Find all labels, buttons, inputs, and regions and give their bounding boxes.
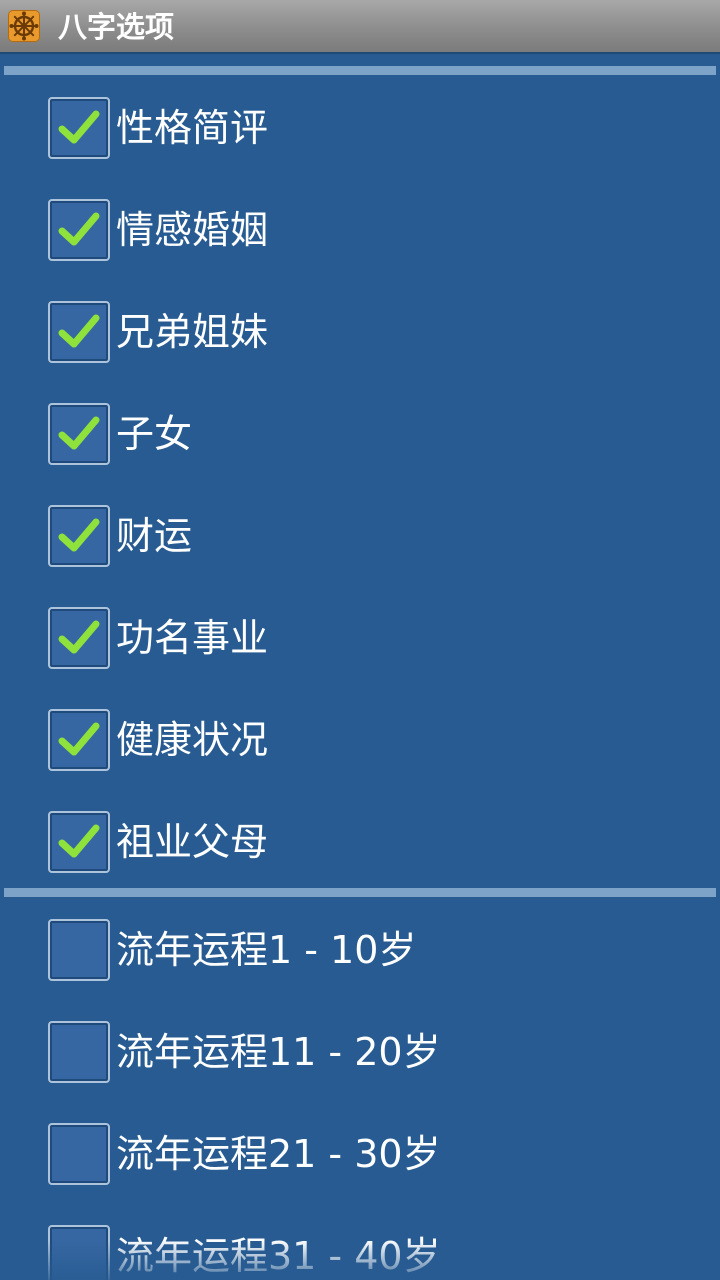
option-row-1[interactable]: 性格简评 — [0, 78, 720, 180]
option-label: 兄弟姐妹 — [116, 310, 269, 354]
option-label: 流年运程31 - 40岁 — [116, 1234, 441, 1278]
checkbox[interactable] — [48, 1123, 110, 1185]
option-row-9[interactable]: 流年运程1 - 10岁 — [0, 900, 720, 1002]
group-divider-top — [4, 66, 716, 75]
checkmark-icon — [58, 824, 100, 858]
checkbox[interactable] — [48, 505, 110, 567]
option-row-8[interactable]: 祖业父母 — [0, 792, 720, 894]
option-label: 财运 — [116, 514, 193, 558]
option-label: 情感婚姻 — [116, 208, 269, 252]
checkbox[interactable] — [48, 1225, 110, 1280]
checkmark-icon — [58, 518, 100, 552]
option-label: 流年运程11 - 20岁 — [116, 1030, 441, 1074]
checkbox[interactable] — [48, 709, 110, 771]
checkbox[interactable] — [48, 301, 110, 363]
option-label: 子女 — [116, 412, 193, 456]
dharma-wheel-icon — [8, 10, 40, 42]
title-bar: 八字选项 — [0, 0, 720, 54]
option-row-11[interactable]: 流年运程21 - 30岁 — [0, 1104, 720, 1206]
checkbox[interactable] — [48, 97, 110, 159]
group-divider-middle — [4, 888, 716, 897]
checkmark-icon — [58, 416, 100, 450]
checkbox[interactable] — [48, 403, 110, 465]
option-label: 流年运程1 - 10岁 — [116, 928, 417, 972]
checkbox[interactable] — [48, 199, 110, 261]
option-row-3[interactable]: 兄弟姐妹 — [0, 282, 720, 384]
app-screen: 八字选项 性格简评 情感婚姻 兄弟姐妹 子女 财运 功名事业 健康状况 祖业父母… — [0, 0, 720, 1280]
checkmark-icon — [58, 722, 100, 756]
option-label: 性格简评 — [116, 106, 269, 150]
option-row-6[interactable]: 功名事业 — [0, 588, 720, 690]
option-row-10[interactable]: 流年运程11 - 20岁 — [0, 1002, 720, 1104]
checkmark-icon — [58, 110, 100, 144]
option-label: 祖业父母 — [116, 820, 269, 864]
window-title: 八字选项 — [58, 10, 175, 44]
option-row-12[interactable]: 流年运程31 - 40岁 — [0, 1206, 720, 1280]
option-label: 健康状况 — [116, 718, 269, 762]
option-row-5[interactable]: 财运 — [0, 486, 720, 588]
checkbox[interactable] — [48, 919, 110, 981]
checkmark-icon — [58, 314, 100, 348]
checkmark-icon — [58, 620, 100, 654]
option-label: 功名事业 — [116, 616, 269, 660]
option-row-2[interactable]: 情感婚姻 — [0, 180, 720, 282]
checkbox[interactable] — [48, 811, 110, 873]
option-label: 流年运程21 - 30岁 — [116, 1132, 441, 1176]
checkmark-icon — [58, 212, 100, 246]
option-row-4[interactable]: 子女 — [0, 384, 720, 486]
checkbox[interactable] — [48, 607, 110, 669]
checkbox[interactable] — [48, 1021, 110, 1083]
option-row-7[interactable]: 健康状况 — [0, 690, 720, 792]
